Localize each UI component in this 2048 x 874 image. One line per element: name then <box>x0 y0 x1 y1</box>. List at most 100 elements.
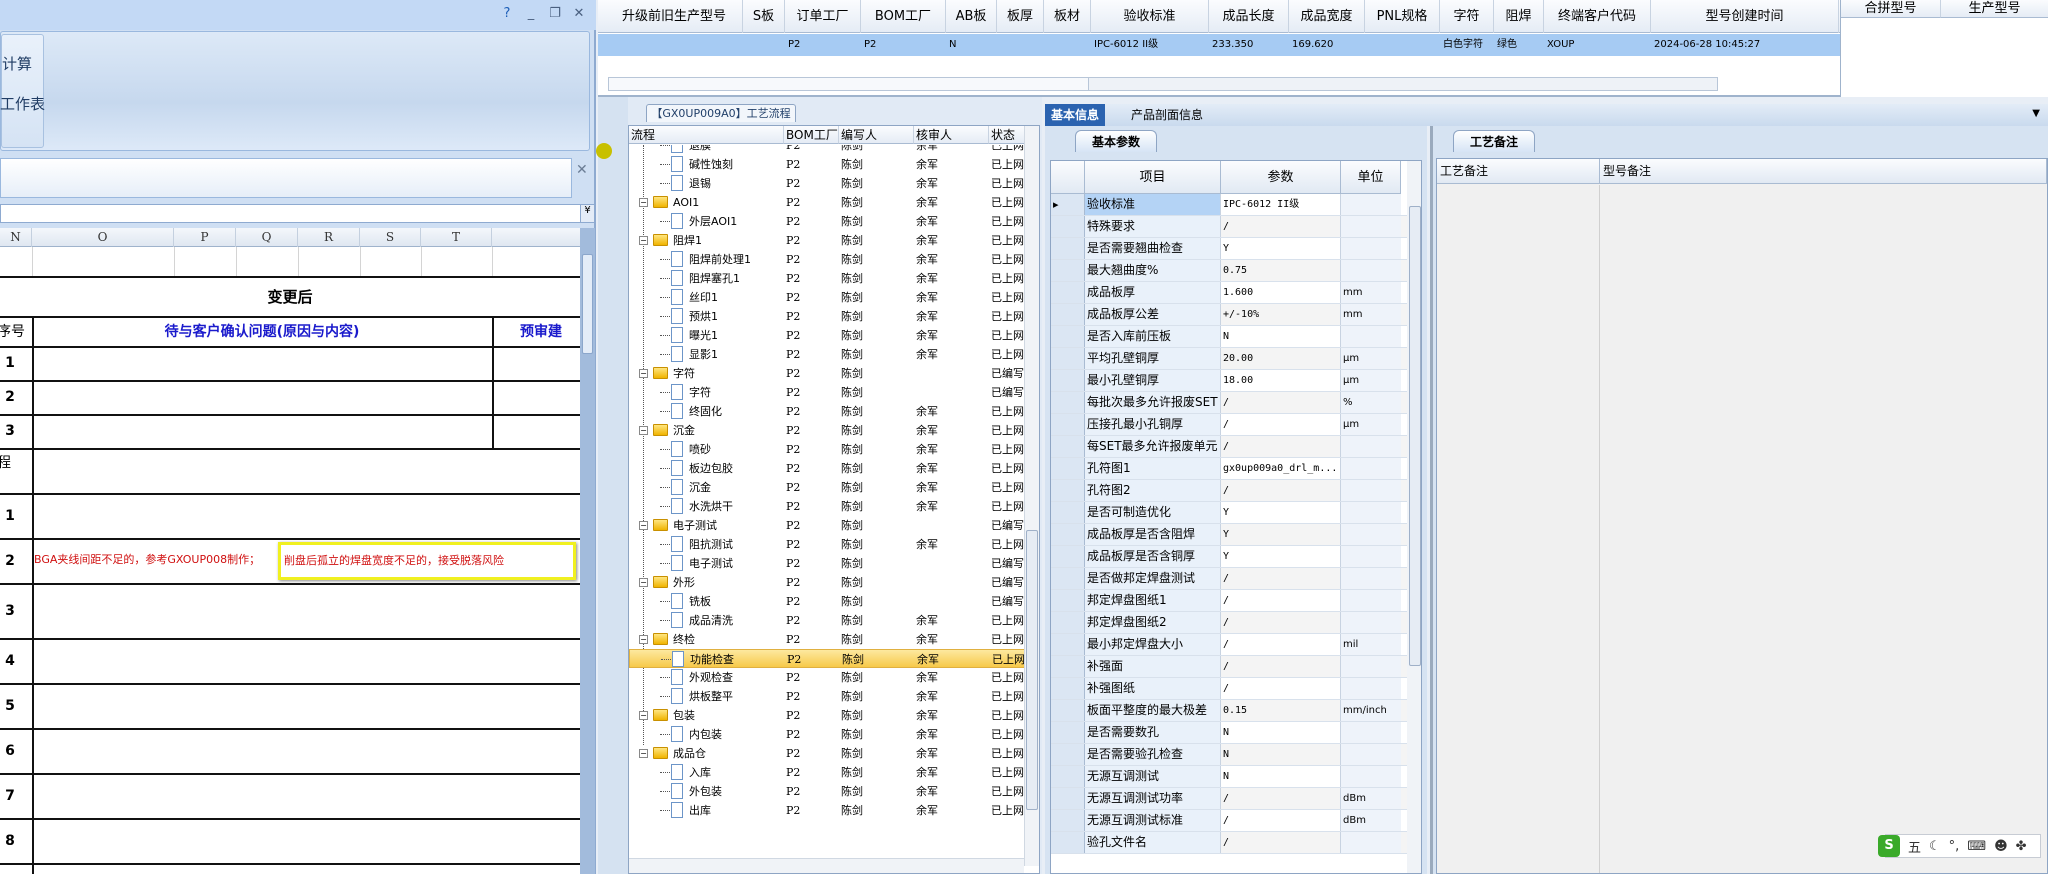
column-header[interactable]: 项目 <box>1085 161 1221 194</box>
param-value[interactable]: Y <box>1221 502 1341 523</box>
collapse-icon[interactable]: − <box>639 749 648 758</box>
worksheet-button[interactable]: 工作表 <box>0 93 45 114</box>
collapse-icon[interactable]: − <box>639 369 648 378</box>
param-value[interactable]: N <box>1221 766 1341 787</box>
column-header-S[interactable]: S <box>360 228 421 247</box>
column-header[interactable]: 阻焊 <box>1494 0 1544 33</box>
column-header[interactable]: 参数 <box>1221 161 1341 194</box>
param-value[interactable]: / <box>1221 634 1341 655</box>
column-header[interactable]: 终端客户代码 <box>1544 0 1651 33</box>
scrollbar-thumb[interactable] <box>1026 530 1038 810</box>
tree-item[interactable]: 外层AOI1 P2 陈剑 余军 已上网 <box>629 212 1025 231</box>
param-value[interactable]: N <box>1221 722 1341 743</box>
table-row[interactable]: 是否可制造优化 Y <box>1051 502 1407 524</box>
param-value[interactable]: / <box>1221 216 1341 237</box>
row-selector[interactable] <box>1051 216 1085 237</box>
issue-text[interactable]: BGA夹线间距不足的，参考GXOUP008制作； <box>34 551 260 567</box>
table-row[interactable]: ▸ 验收标准 IPC-6012 II级 <box>1051 194 1407 216</box>
param-value[interactable]: Y <box>1221 524 1341 545</box>
horizontal-scrollbar[interactable] <box>608 77 1718 91</box>
close-message-icon[interactable]: ✕ <box>576 162 588 178</box>
row-selector[interactable] <box>1051 304 1085 325</box>
expand-formula-icon[interactable]: ¥ <box>580 204 595 223</box>
column-header[interactable]: BOM工厂 <box>861 0 946 33</box>
row-selector[interactable] <box>1051 370 1085 391</box>
tree-item[interactable]: 板边包胶 P2 陈剑 余军 已上网 <box>629 459 1025 478</box>
row-selector[interactable] <box>1051 722 1085 743</box>
tree-item[interactable]: 功能检查 P2 陈剑 余军 已上网 <box>629 649 1025 668</box>
column-header[interactable]: 成品长度 <box>1209 0 1289 33</box>
process-note-field[interactable] <box>1437 185 1600 873</box>
tree-group[interactable]: − AOI1 P2 陈剑 余军 已上网 <box>629 193 1025 212</box>
table-row[interactable]: 是否需要验孔检查 N <box>1051 744 1407 766</box>
model-note-field[interactable] <box>1600 185 2047 873</box>
param-value[interactable]: / <box>1221 480 1341 501</box>
tree-item[interactable]: 内包装 P2 陈剑 余军 已上网 <box>629 725 1025 744</box>
param-value[interactable]: 0.75 <box>1221 260 1341 281</box>
column-header[interactable]: 升级前旧生产型号 <box>606 0 743 33</box>
tree-item[interactable]: 终固化 P2 陈剑 余军 已上网 <box>629 402 1025 421</box>
column-header[interactable]: PNL规格 <box>1365 0 1440 33</box>
column-header-N[interactable]: N <box>0 228 32 247</box>
calculate-button[interactable]: 计算 <box>2 53 32 74</box>
row-selector[interactable] <box>1051 326 1085 347</box>
tree-item[interactable]: 预烘1 P2 陈剑 余军 已上网 <box>629 307 1025 326</box>
table-row[interactable]: 最小邦定焊盘大小 / mil <box>1051 634 1407 656</box>
column-header[interactable]: 生产型号 <box>1941 0 2048 18</box>
table-row[interactable]: 无源互调测试标准 / dBm <box>1051 810 1407 832</box>
table-row[interactable]: 成品板厚公差 +/-10% mm <box>1051 304 1407 326</box>
tree-item[interactable]: 喷砂 P2 陈剑 余军 已上网 <box>629 440 1025 459</box>
minimize-button[interactable]: _ <box>522 6 540 24</box>
tree-item[interactable]: 外包装 P2 陈剑 余军 已上网 <box>629 782 1025 801</box>
help-icon[interactable]: ? <box>498 6 516 24</box>
param-value[interactable]: / <box>1221 656 1341 677</box>
table-row[interactable]: 孔符图2/ <box>1051 480 1407 502</box>
param-value[interactable]: Y <box>1221 238 1341 259</box>
table-row[interactable]: 成品板厚 1.600 mm <box>1051 282 1407 304</box>
column-header[interactable]: 合拼型号 <box>1841 0 1941 18</box>
column-header[interactable]: 字符 <box>1440 0 1494 33</box>
table-row[interactable]: 是否需要数孔 N <box>1051 722 1407 744</box>
user-icon[interactable]: ☻ <box>1994 839 2008 854</box>
tree-item[interactable]: 丝印1 P2 陈剑 余军 已上网 <box>629 288 1025 307</box>
row-selector[interactable] <box>1051 788 1085 809</box>
row-selector[interactable] <box>1051 634 1085 655</box>
param-value[interactable]: / <box>1221 436 1341 457</box>
table-row[interactable]: 最小孔壁铜厚 18.00 μm <box>1051 370 1407 392</box>
table-row[interactable]: 每批次最多允许报废SET /% <box>1051 392 1407 414</box>
collapse-icon[interactable]: − <box>639 711 648 720</box>
tree-item[interactable]: 外观检查 P2 陈剑 余军 已上网 <box>629 668 1025 687</box>
column-header-P[interactable]: P <box>174 228 236 247</box>
row-selector[interactable] <box>1051 656 1085 677</box>
table-row[interactable]: 平均孔壁铜厚 20.00 μm <box>1051 348 1407 370</box>
horizontal-scrollbar[interactable] <box>629 858 1024 873</box>
table-row[interactable]: 无源互调测试功率 / dBm <box>1051 788 1407 810</box>
column-header[interactable]: 板材 <box>1044 0 1091 33</box>
row-selector[interactable] <box>1051 414 1085 435</box>
tree-item[interactable]: 出库 P2 陈剑 余军 已上网 <box>629 801 1025 820</box>
param-value[interactable]: / <box>1221 810 1341 831</box>
column-header[interactable]: 核审人 <box>914 126 989 144</box>
grid-icon[interactable]: ✤ <box>2016 839 2027 854</box>
column-header[interactable]: BOM工厂 <box>784 126 839 144</box>
param-value[interactable]: / <box>1221 678 1341 699</box>
tree-item[interactable]: 烘板整平 P2 陈剑 余军 已上网 <box>629 687 1025 706</box>
column-header[interactable]: 单位 <box>1341 161 1401 194</box>
param-value[interactable]: gx0up009a0_drl_m... <box>1221 458 1341 479</box>
punctuation-icon[interactable]: °, <box>1949 839 1960 854</box>
row-selector[interactable] <box>1051 260 1085 281</box>
tree-group[interactable]: − 阻焊1 P2 陈剑 余军 已上网 <box>629 231 1025 250</box>
column-header[interactable]: 型号创建时间 <box>1651 0 1839 33</box>
column-header[interactable]: 状态 <box>989 126 1025 144</box>
sogou-logo-icon[interactable]: S <box>1878 835 1900 857</box>
dropdown-arrow-icon[interactable]: ▼ <box>2032 108 2040 119</box>
row-selector[interactable]: ▸ <box>1051 194 1085 215</box>
param-value[interactable]: N <box>1221 744 1341 765</box>
tree-group[interactable]: − 沉金 P2 陈剑 余军 已上网 <box>629 421 1025 440</box>
tree-item[interactable]: 曝光1 P2 陈剑 余军 已上网 <box>629 326 1025 345</box>
scrollbar-thumb[interactable] <box>1409 206 1421 666</box>
scrollbar-thumb[interactable] <box>582 254 593 354</box>
table-row[interactable]: 是否入库前压板 N <box>1051 326 1407 348</box>
tree-item[interactable]: 铣板 P2 陈剑 已编写 <box>629 592 1025 611</box>
column-header[interactable]: 流程 <box>629 126 784 144</box>
